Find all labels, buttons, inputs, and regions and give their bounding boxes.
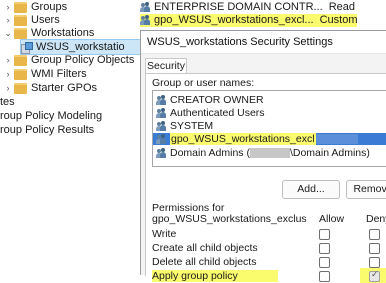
list-item[interactable]: ENTERPRISE DOMAIN CONTR... Read bbox=[140, 1, 355, 14]
tree-item-starter-gpos[interactable]: › Starter GPOs bbox=[4, 81, 98, 95]
permission-name-delete-child: Delete all child objects bbox=[152, 256, 257, 268]
list-item-value: Custom bbox=[319, 14, 358, 26]
folder-icon bbox=[14, 14, 27, 26]
allow-delete-child-checkbox[interactable] bbox=[319, 257, 330, 268]
permission-name-create-child: Create all child objects bbox=[152, 242, 258, 254]
tree-item-label: Workstations bbox=[31, 27, 95, 39]
group-or-user-list[interactable]: CREATOR OWNER Authenticated Users SYSTEM… bbox=[152, 90, 386, 167]
user-name-prefix: Domain Admins ( bbox=[170, 147, 250, 159]
redacted-domain bbox=[249, 148, 290, 158]
dialog-titlebar[interactable]: WSUS_workstations Security Settings bbox=[141, 31, 386, 54]
list-item-name: ENTERPRISE DOMAIN CONTR... bbox=[154, 1, 323, 13]
group-icon bbox=[156, 107, 167, 119]
security-settings-dialog: WSUS_workstations Security Settings Secu… bbox=[140, 30, 386, 283]
tree-item-label: WSUS_workstatio bbox=[36, 41, 125, 53]
group-icon bbox=[140, 15, 151, 26]
tree-item-label: roup Policy Results bbox=[0, 124, 95, 136]
permission-name-apply-group-policy: Apply group policy bbox=[152, 270, 278, 282]
dialog-title: WSUS_workstations Security Settings bbox=[147, 36, 333, 48]
user-name: CREATOR OWNER bbox=[170, 94, 264, 106]
user-icon bbox=[156, 94, 167, 106]
group-icon bbox=[156, 147, 167, 159]
user-name: SYSTEM bbox=[170, 120, 214, 132]
folder-icon bbox=[14, 1, 27, 13]
user-name: gpo_WSUS_workstations_excl bbox=[170, 133, 316, 145]
deny-write-checkbox[interactable] bbox=[369, 229, 380, 240]
list-item[interactable]: gpo_WSUS_workstations_excl... Custom bbox=[140, 14, 358, 27]
add-button[interactable]: Add... bbox=[282, 180, 340, 199]
chevron-right-icon[interactable]: › bbox=[4, 67, 12, 81]
tree-item-group-policy-results[interactable]: roup Policy Results bbox=[0, 123, 94, 137]
security-tab-panel: Group or user names: CREATOR OWNER Authe… bbox=[145, 73, 386, 283]
tree-item-groups[interactable]: › Groups bbox=[4, 0, 68, 14]
deny-delete-child-checkbox[interactable] bbox=[369, 257, 380, 268]
tree-item-label: roup Policy Modeling bbox=[0, 110, 103, 122]
allow-write-checkbox[interactable] bbox=[319, 229, 330, 240]
chevron-right-icon[interactable]: › bbox=[4, 53, 12, 67]
deny-column-header: Deny bbox=[366, 213, 386, 225]
tree-item-label: Users bbox=[31, 14, 60, 26]
allow-apply-group-policy-checkbox[interactable] bbox=[319, 271, 330, 282]
permission-name-write: Write bbox=[152, 228, 177, 240]
allow-column-header: Allow bbox=[319, 213, 345, 225]
tree-item-label: tes bbox=[0, 96, 15, 108]
list-item-value: Read bbox=[328, 1, 355, 13]
list-item-authenticated-users[interactable]: Authenticated Users bbox=[156, 107, 265, 119]
chevron-down-icon[interactable]: ⌄ bbox=[4, 26, 12, 40]
tree-item-wmi-filters[interactable]: › WMI Filters bbox=[4, 67, 87, 81]
folder-icon bbox=[14, 54, 27, 66]
tab-security[interactable]: Security bbox=[145, 58, 187, 74]
deny-apply-group-policy-checkbox[interactable] bbox=[369, 269, 380, 282]
group-icon bbox=[156, 133, 167, 145]
user-name-suffix: \Domain Admins) bbox=[289, 147, 370, 159]
gpmc-tree: › Groups › Users ⌄ Workstations WSUS_wor… bbox=[0, 0, 142, 274]
user-icon bbox=[156, 120, 167, 132]
folder-icon bbox=[14, 82, 27, 94]
permissions-principal-label: gpo_WSUS_workstations_exclus bbox=[152, 213, 307, 225]
delegation-list: ENTERPRISE DOMAIN CONTR... Read gpo_WSUS… bbox=[140, 0, 386, 32]
folder-icon bbox=[14, 68, 27, 80]
gpo-link-icon bbox=[21, 41, 33, 54]
allow-create-child-checkbox[interactable] bbox=[319, 243, 330, 254]
tree-item-workstations[interactable]: ⌄ Workstations bbox=[4, 26, 94, 40]
group-or-user-names-label: Group or user names: bbox=[152, 77, 255, 89]
folder-icon bbox=[14, 27, 27, 39]
redacted-domain bbox=[315, 134, 358, 144]
tree-item-label: WMI Filters bbox=[31, 68, 87, 80]
chevron-right-icon[interactable]: › bbox=[4, 0, 12, 14]
list-item-system[interactable]: SYSTEM bbox=[156, 120, 213, 132]
tree-item-label: Starter GPOs bbox=[31, 82, 98, 94]
tree-item-group-policy-modeling[interactable]: roup Policy Modeling bbox=[0, 109, 102, 123]
deny-create-child-checkbox[interactable] bbox=[369, 243, 380, 254]
tree-item-group-policy-objects[interactable]: › Group Policy Objects bbox=[4, 53, 135, 67]
remove-button[interactable]: Remove bbox=[346, 180, 386, 199]
group-icon bbox=[140, 2, 151, 13]
tree-item-label: Group Policy Objects bbox=[31, 54, 135, 66]
chevron-right-icon[interactable]: › bbox=[4, 13, 12, 27]
tree-item-sites[interactable]: tes bbox=[0, 95, 15, 109]
list-item-gpo-wsus-exclude[interactable]: gpo_WSUS_workstations_excl bbox=[153, 133, 386, 145]
tree-item-label: Groups bbox=[31, 1, 68, 13]
tree-item-users[interactable]: › Users bbox=[4, 13, 60, 27]
list-item-domain-admins[interactable]: Domain Admins ( \Domain Admins) bbox=[156, 147, 370, 159]
list-item-name: gpo_WSUS_workstations_excl... bbox=[154, 14, 314, 26]
list-item-creator-owner[interactable]: CREATOR OWNER bbox=[156, 94, 264, 106]
user-name: Authenticated Users bbox=[170, 107, 265, 119]
chevron-right-icon[interactable]: › bbox=[4, 81, 12, 95]
